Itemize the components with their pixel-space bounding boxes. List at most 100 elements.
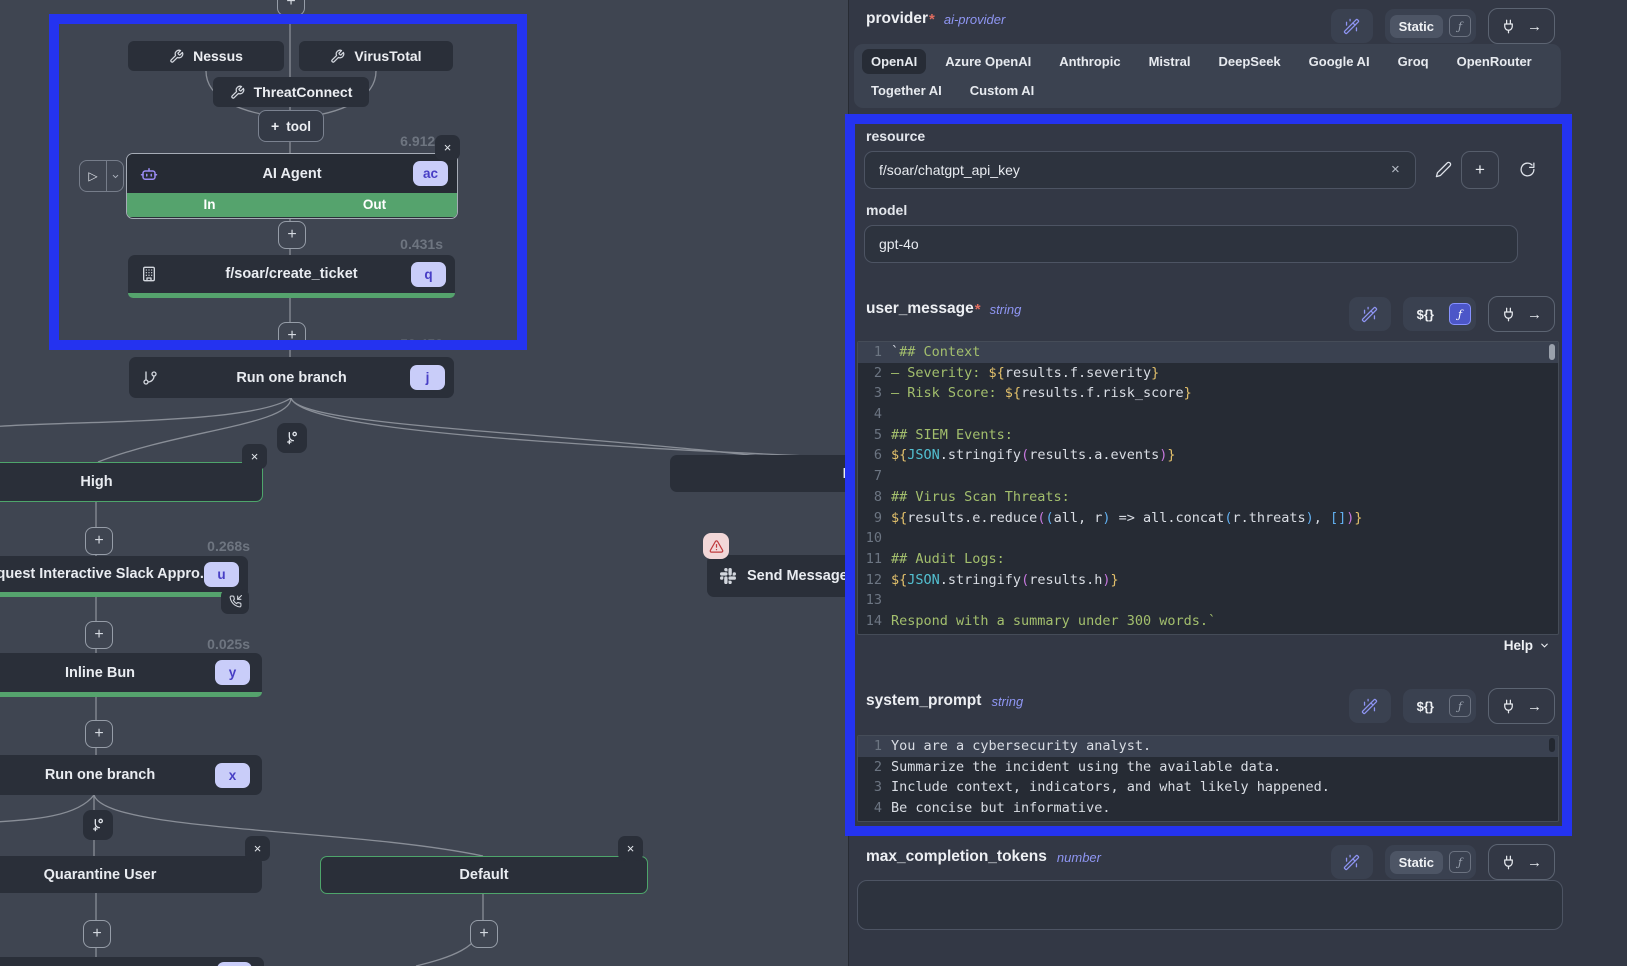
node-in-out-bar[interactable]: In Out xyxy=(127,193,457,217)
code-line[interactable]: 4Be concise but informative. xyxy=(858,798,1558,819)
code-line[interactable]: 2– Severity: ${results.f.severity} xyxy=(858,363,1558,384)
warning-triangle-icon[interactable] xyxy=(703,533,729,559)
ai-assist-button[interactable] xyxy=(1349,297,1391,331)
mode-label[interactable]: Static xyxy=(1390,15,1443,38)
provider-tab-groq[interactable]: Groq xyxy=(1389,49,1438,74)
ai-assist-button[interactable] xyxy=(1349,689,1391,723)
code-line[interactable]: 6${JSON.stringify(results.a.events)} xyxy=(858,445,1558,466)
provider-tab-together-ai[interactable]: Together AI xyxy=(862,78,951,103)
node-ref-badge[interactable]: j xyxy=(410,365,445,390)
code-line[interactable]: 10 xyxy=(858,528,1558,549)
ai-assist-button[interactable] xyxy=(1331,9,1373,43)
help-dropdown[interactable]: Help xyxy=(1504,638,1550,653)
phone-incoming-icon[interactable] xyxy=(221,589,249,614)
node-ref-badge[interactable]: u xyxy=(204,562,239,587)
node-ref-badge[interactable]: x xyxy=(215,763,250,788)
out-handle[interactable]: Out xyxy=(292,193,457,217)
code-line[interactable]: 4 xyxy=(858,404,1558,425)
in-handle[interactable]: In xyxy=(127,193,292,217)
provider-tab-custom-ai[interactable]: Custom AI xyxy=(961,78,1044,103)
max-tokens-input[interactable] xyxy=(857,880,1563,930)
node-ref-badge[interactable] xyxy=(217,962,252,966)
code-line[interactable]: 1You are a cybersecurity analyst. xyxy=(858,736,1558,757)
code-line[interactable]: 12${JSON.stringify(results.h)} xyxy=(858,570,1558,591)
code-line[interactable]: 14Respond with a summary under 300 words… xyxy=(858,611,1558,632)
tool-node-virustotal[interactable]: VirusTotal xyxy=(299,41,453,71)
node-branch-high[interactable]: High xyxy=(0,462,263,502)
add-step-connector[interactable]: + xyxy=(85,621,113,649)
workflow-canvas[interactable]: 6.912s 0.431s 53.453 0.268s 0.025s + Nes… xyxy=(0,0,848,966)
value-mode-toggle[interactable]: ${} ƒ xyxy=(1403,689,1476,723)
close-icon[interactable]: × xyxy=(242,444,267,469)
node-inline-bun[interactable]: Inline Bun y xyxy=(0,653,262,697)
code-line[interactable]: 8## Virus Scan Threats: xyxy=(858,487,1558,508)
code-line[interactable]: 3– Risk Score: ${results.f.risk_score} xyxy=(858,383,1558,404)
add-step-connector[interactable]: + xyxy=(278,221,306,249)
node-partial-bottom[interactable] xyxy=(0,957,264,966)
refresh-resources-button[interactable] xyxy=(1513,160,1542,179)
add-step-connector[interactable]: + xyxy=(277,0,305,16)
node-slack-approval[interactable]: Request Interactive Slack Appro... u xyxy=(0,556,248,597)
editor-scrollbar[interactable] xyxy=(1549,344,1555,360)
mode-label[interactable]: ${} xyxy=(1408,695,1443,718)
value-mode-toggle[interactable]: Static ƒ xyxy=(1385,9,1476,43)
tool-node-threatconnect[interactable]: ThreatConnect xyxy=(213,77,369,107)
code-line[interactable]: 9${results.e.reduce((all, r) => all.conc… xyxy=(858,508,1558,529)
add-tool-chip[interactable]: + tool xyxy=(258,110,324,142)
node-ref-badge[interactable]: q xyxy=(411,262,446,287)
value-mode-toggle[interactable]: Static ƒ xyxy=(1385,845,1476,879)
provider-tab-google-ai[interactable]: Google AI xyxy=(1300,49,1379,74)
add-step-connector[interactable]: + xyxy=(85,720,113,748)
node-branch-medium[interactable]: Medium xyxy=(670,455,848,492)
provider-tab-mistral[interactable]: Mistral xyxy=(1140,49,1200,74)
node-create-ticket[interactable]: f/soar/create_ticket q xyxy=(128,255,455,298)
clear-resource-icon[interactable]: × xyxy=(1391,161,1400,178)
add-branch-button[interactable] xyxy=(83,810,113,840)
node-ref-badge[interactable]: y xyxy=(215,660,250,685)
provider-tab-anthropic[interactable]: Anthropic xyxy=(1050,49,1129,74)
fx-toggle-icon[interactable]: ƒ xyxy=(1449,695,1471,717)
code-line[interactable]: 13 xyxy=(858,590,1558,611)
node-branch-default[interactable]: Default xyxy=(320,856,648,894)
connect-output-button[interactable]: → xyxy=(1488,844,1555,880)
fx-toggle-icon[interactable]: ƒ xyxy=(1449,15,1471,37)
tool-node-nessus[interactable]: Nessus xyxy=(128,41,284,71)
code-line[interactable]: 1`## Context xyxy=(858,342,1558,363)
add-branch-button[interactable] xyxy=(277,423,307,453)
node-run-one-branch-2[interactable]: Run one branch x xyxy=(0,755,262,795)
code-line[interactable]: 2Summarize the incident using the availa… xyxy=(858,757,1558,778)
ai-assist-button[interactable] xyxy=(1331,845,1373,879)
mode-label[interactable]: ${} xyxy=(1408,303,1443,326)
node-ref-badge[interactable]: ac xyxy=(413,161,448,186)
chevron-down-icon[interactable] xyxy=(106,161,123,191)
add-step-connector[interactable]: + xyxy=(278,322,306,350)
edit-resource-button[interactable] xyxy=(1429,160,1458,179)
node-quarantine-user[interactable]: Quarantine User xyxy=(0,856,262,893)
system-prompt-editor[interactable]: 1You are a cybersecurity analyst.2Summar… xyxy=(857,735,1559,822)
run-node-button[interactable]: ▷ xyxy=(79,160,124,192)
node-ai-agent[interactable]: AI Agent ac In Out xyxy=(126,153,458,219)
provider-tab-azure-openai[interactable]: Azure OpenAI xyxy=(936,49,1040,74)
code-line[interactable]: 7 xyxy=(858,466,1558,487)
mode-label[interactable]: Static xyxy=(1390,851,1443,874)
connect-output-button[interactable]: → xyxy=(1488,688,1555,724)
code-line[interactable]: 5## SIEM Events: xyxy=(858,425,1558,446)
add-resource-button[interactable]: + xyxy=(1461,151,1499,189)
model-input[interactable] xyxy=(864,225,1518,263)
provider-tab-openai[interactable]: OpenAI xyxy=(862,49,926,74)
close-icon[interactable]: × xyxy=(245,836,270,861)
editor-scrollbar[interactable] xyxy=(1549,738,1555,752)
node-send-message[interactable]: Send Message xyxy=(707,555,848,597)
connect-output-button[interactable]: → xyxy=(1488,296,1555,332)
resource-input[interactable] xyxy=(864,151,1416,189)
add-step-connector[interactable]: + xyxy=(85,527,113,555)
connect-output-button[interactable]: → xyxy=(1488,8,1555,44)
user-message-editor[interactable]: 1`## Context2– Severity: ${results.f.sev… xyxy=(857,341,1559,635)
close-icon[interactable]: × xyxy=(435,135,460,160)
fx-toggle-icon[interactable]: ƒ xyxy=(1449,851,1471,873)
provider-tab-deepseek[interactable]: DeepSeek xyxy=(1210,49,1290,74)
value-mode-toggle[interactable]: ${} ƒ xyxy=(1403,297,1476,331)
code-line[interactable]: 11## Audit Logs: xyxy=(858,549,1558,570)
provider-tab-openrouter[interactable]: OpenRouter xyxy=(1448,49,1541,74)
add-step-connector[interactable]: + xyxy=(470,920,498,948)
